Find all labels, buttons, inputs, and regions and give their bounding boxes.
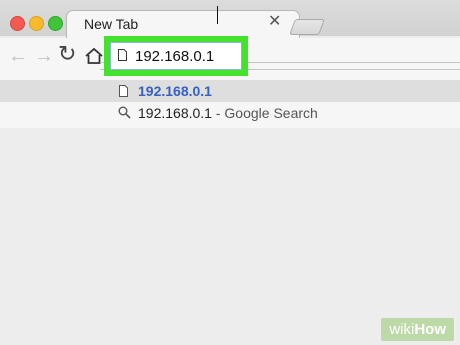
suggestion-query: 192.168.0.1 [138, 105, 212, 121]
suggestion-suffix: - Google Search [211, 105, 318, 121]
new-tab-button[interactable] [289, 19, 325, 35]
suggestion-label: 192.168.0.1 - Google Search [138, 105, 318, 121]
search-icon [118, 106, 131, 119]
page-content [0, 128, 460, 345]
tab-close-icon[interactable]: ✕ [268, 14, 281, 30]
suggestion-item[interactable]: 192.168.0.1 [0, 80, 460, 102]
maximize-window-button[interactable] [48, 16, 63, 31]
suggestion-label: 192.168.0.1 [138, 83, 212, 99]
suggestion-item[interactable]: 192.168.0.1 - Google Search [0, 102, 460, 124]
forward-icon[interactable]: → [34, 46, 54, 66]
wikihow-watermark: wikiHow [381, 318, 454, 341]
back-icon[interactable]: ← [8, 46, 28, 66]
page-icon [118, 49, 127, 61]
close-window-button[interactable] [10, 16, 25, 31]
watermark-prefix: wiki [389, 321, 415, 338]
address-bar[interactable]: 192.168.0.1 [110, 42, 242, 70]
minimize-window-button[interactable] [29, 16, 44, 31]
watermark-bold: How [414, 321, 446, 338]
address-bar-value[interactable]: 192.168.0.1 [135, 48, 214, 65]
text-caret [217, 6, 218, 24]
page-icon [119, 85, 128, 97]
reload-icon[interactable]: ↻ [58, 43, 76, 65]
tab-title: New Tab [84, 16, 139, 32]
